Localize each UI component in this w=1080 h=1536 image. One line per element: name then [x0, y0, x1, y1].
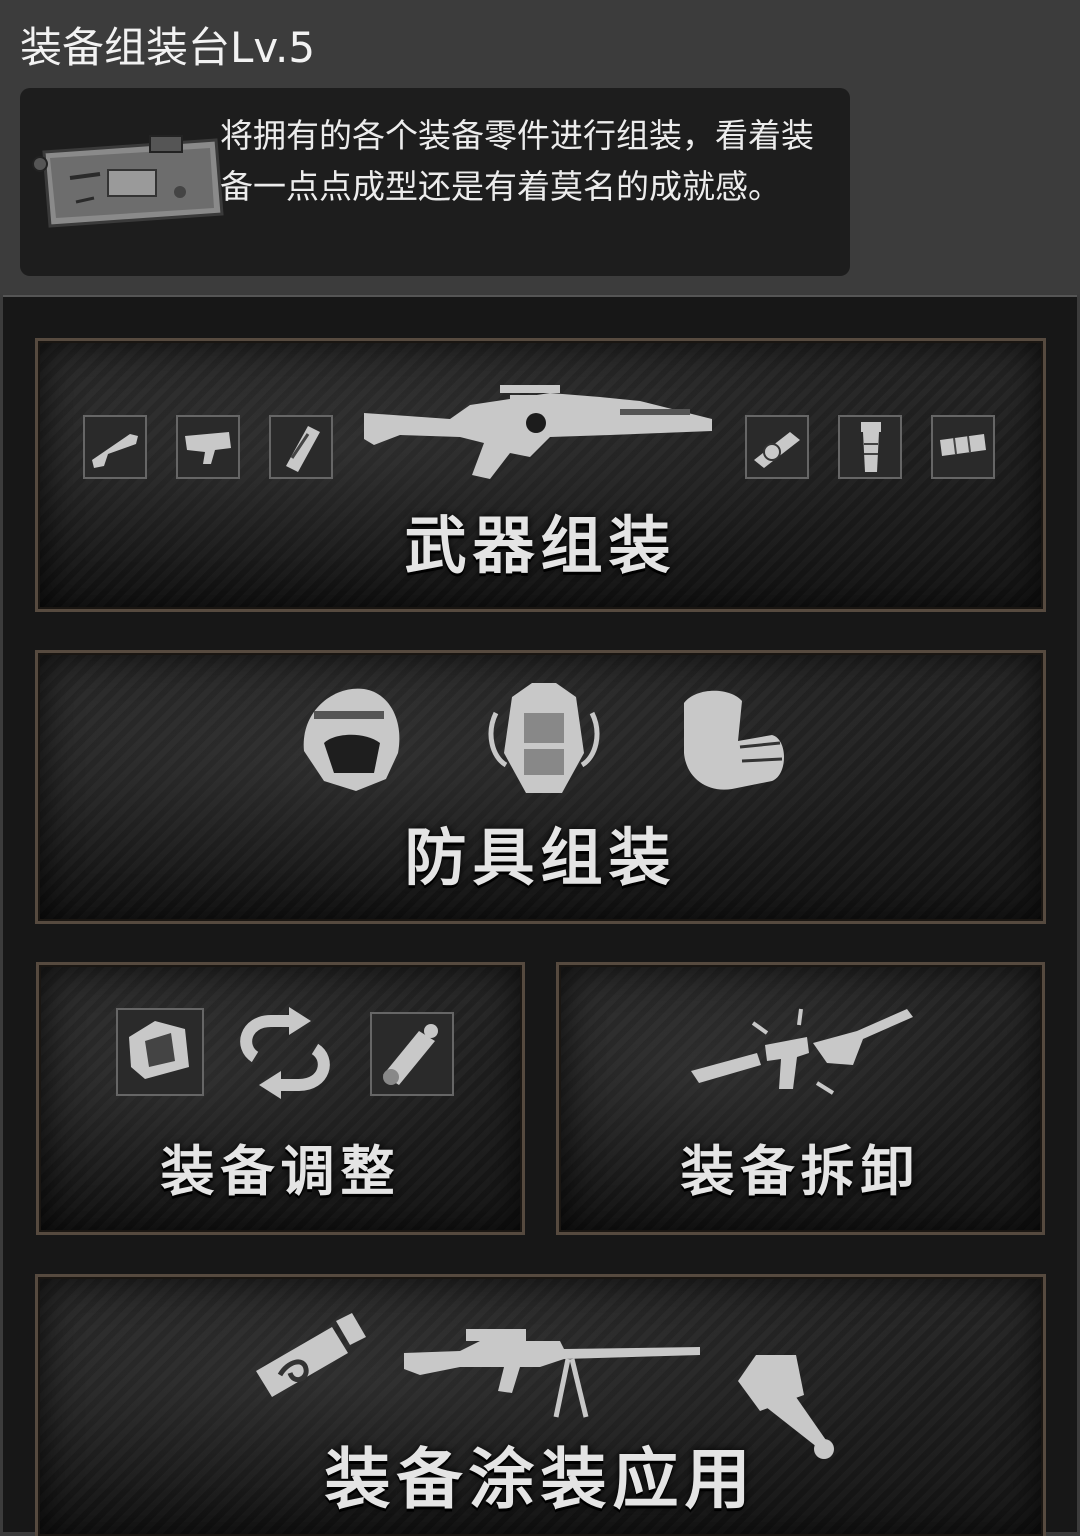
equipment-adjust-button[interactable]: 装备调整 [36, 962, 525, 1235]
broken-rifle-icon [691, 1008, 913, 1095]
equipment-disassemble-button[interactable]: 装备拆卸 [556, 962, 1045, 1235]
thermal-scope-icon [370, 1012, 454, 1096]
rifle-icon [364, 385, 712, 479]
scope-part-icon [745, 415, 809, 479]
helmet-icon [303, 688, 400, 791]
swap-arrows-icon [240, 1007, 330, 1099]
header: 装备组装台Lv.5 将拥有的各个装备零件进行组装，看着装备一点点成型还是有着莫名… [0, 0, 1080, 294]
spray-can-icon [256, 1313, 366, 1397]
red-dot-sight-icon [116, 1008, 204, 1096]
stock-part-icon [83, 415, 147, 479]
glove-icon [684, 690, 784, 790]
trigger-part-icon [176, 415, 240, 479]
equipment-paint-label: 装备涂装应用 [324, 1441, 757, 1518]
description-text: 将拥有的各个装备零件进行组装，看着装备一点点成型还是有着莫名的成就感。 [220, 116, 814, 206]
description-card: 将拥有的各个装备零件进行组装，看着装备一点点成型还是有着莫名的成就感。 [20, 88, 850, 276]
equipment-paint-button[interactable]: 装备涂装应用 [35, 1274, 1046, 1536]
menu-panel: 武器组装 防具组装 装备调整 装备拆卸 装备涂装应用 [3, 295, 1077, 1536]
weapon-assembly-button[interactable]: 武器组装 [35, 338, 1046, 612]
armor-assembly-button[interactable]: 防具组装 [35, 650, 1046, 924]
page-title: 装备组装台Lv.5 [20, 23, 316, 72]
workbench-thumbnail-icon [32, 135, 224, 228]
equipment-disassemble-label: 装备拆卸 [680, 1140, 921, 1203]
vest-icon [488, 683, 600, 793]
armor-assembly-label: 防具组装 [404, 821, 677, 894]
grip-part-icon [838, 415, 902, 479]
magazine-part-icon [269, 415, 333, 479]
weapon-assembly-label: 武器组装 [404, 509, 677, 582]
muzzle-part-icon [931, 415, 995, 479]
sniper-rifle-icon [404, 1329, 700, 1418]
equipment-adjust-label: 装备调整 [160, 1140, 401, 1203]
